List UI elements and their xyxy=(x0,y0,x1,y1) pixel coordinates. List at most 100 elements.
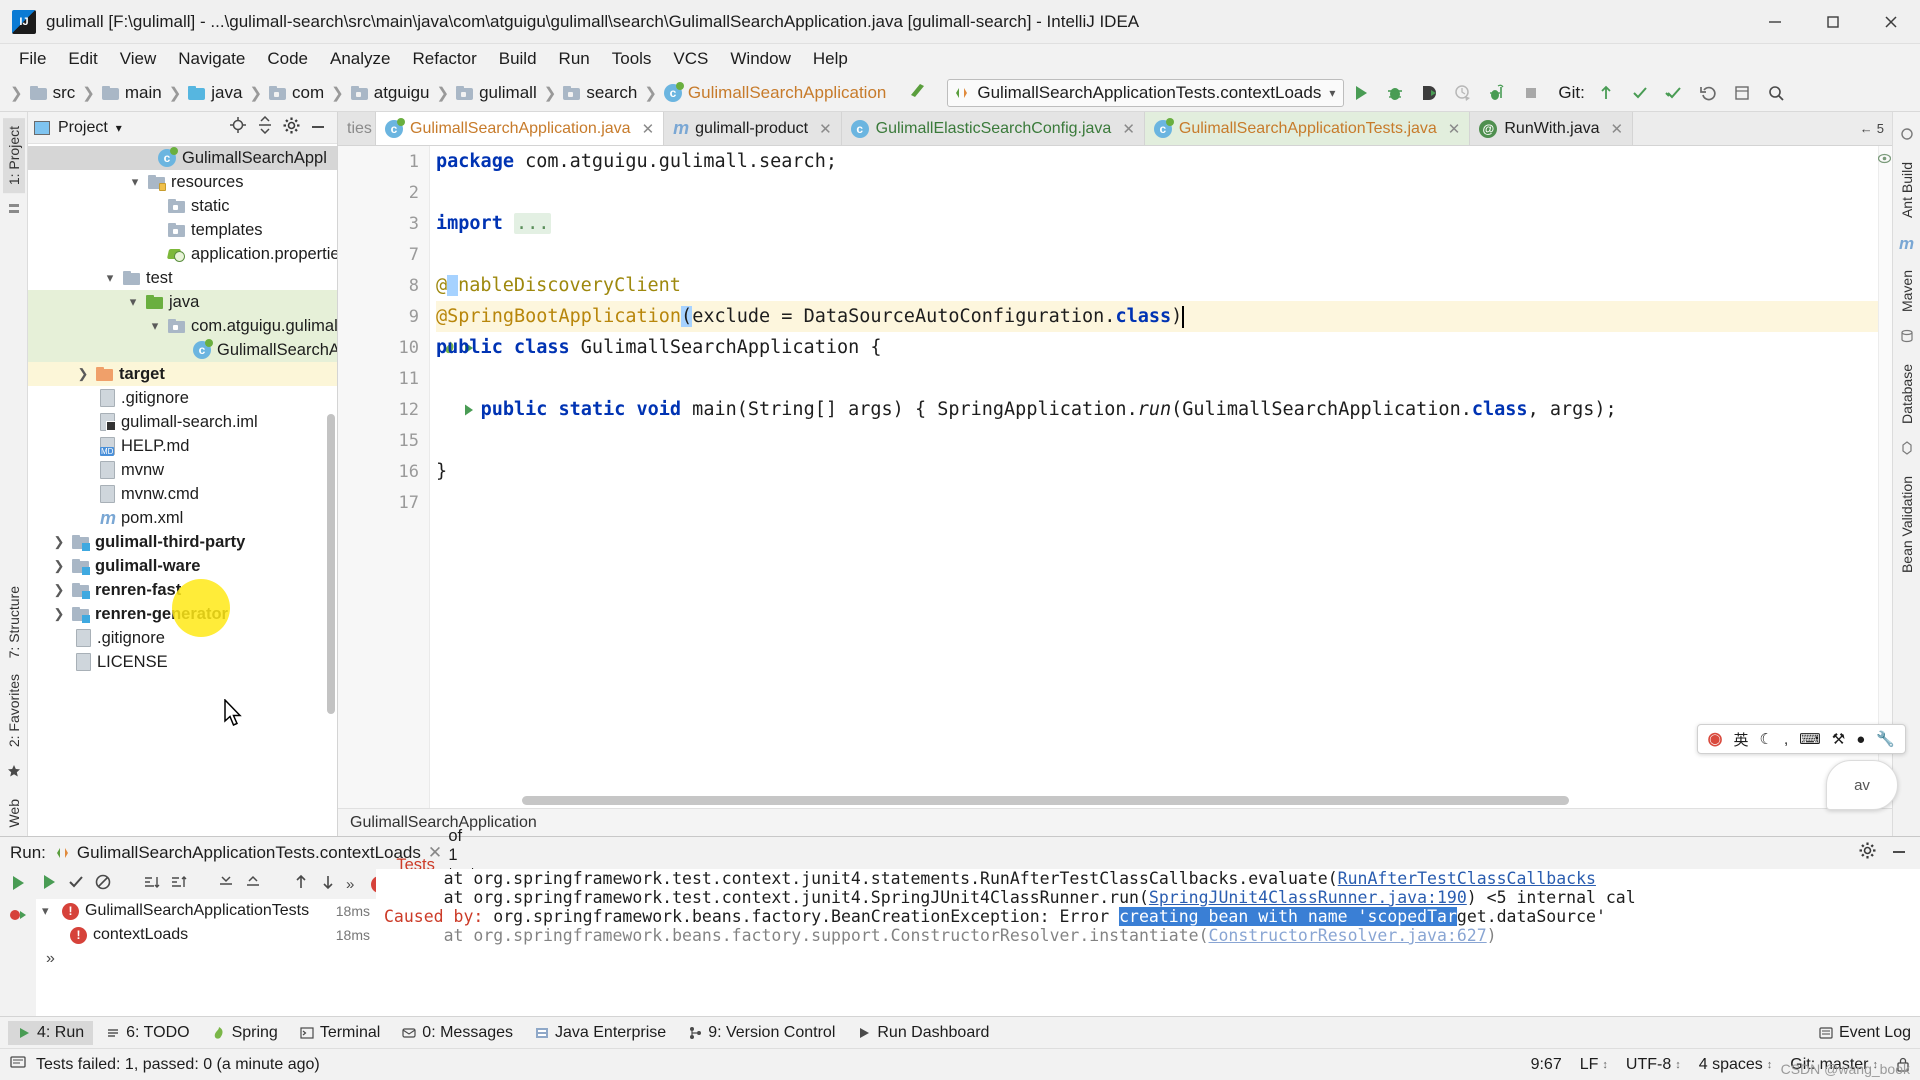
code-text[interactable]: package com.atguigu.gulimall.search; + i… xyxy=(430,146,1878,808)
tree-row-test[interactable]: ▾ test xyxy=(28,266,337,290)
locate-icon[interactable] xyxy=(229,116,247,139)
rerun-icon[interactable] xyxy=(8,873,28,898)
chevron-right-icon[interactable]: ❯ xyxy=(52,606,66,622)
breadcrumb-src[interactable]: src xyxy=(27,81,79,105)
next-failed-icon[interactable] xyxy=(319,873,337,896)
push-icon[interactable] xyxy=(1659,78,1689,108)
test-tree-row-suite[interactable]: ▾ ! GulimallSearchApplicationTests 18ms xyxy=(36,899,376,923)
sidebar-item-project[interactable]: 1: Project xyxy=(2,118,25,194)
ime-moon-icon[interactable]: ☾ xyxy=(1760,730,1773,748)
breadcrumb-gulimall[interactable]: gulimall xyxy=(453,81,540,105)
ime-comma-icon[interactable]: , xyxy=(1784,731,1788,748)
tree-row-gulimall-search-application[interactable]: c GulimallSearchAppl xyxy=(28,146,337,170)
menu-help[interactable]: Help xyxy=(802,46,859,72)
run-icon[interactable] xyxy=(1346,78,1376,108)
tree-row-license[interactable]: LICENSE xyxy=(28,650,337,674)
breadcrumb-atguigu[interactable]: atguigu xyxy=(348,81,433,105)
sidebar-item-database[interactable]: Database xyxy=(1896,356,1918,432)
tree-row-package[interactable]: ▾ com.atguigu.gulimall.se xyxy=(28,314,337,338)
menu-edit[interactable]: Edit xyxy=(57,46,108,72)
tool-window-event-log[interactable]: Event Log xyxy=(1810,1021,1920,1045)
breadcrumb-com[interactable]: com xyxy=(266,81,327,105)
menu-navigate[interactable]: Navigate xyxy=(167,46,256,72)
tool-window-messages[interactable]: 0: Messages xyxy=(393,1021,522,1045)
inspection-ok-icon[interactable] xyxy=(1877,150,1892,170)
console-output[interactable]: at org.springframework.test.context.juni… xyxy=(376,869,1920,1016)
tree-row-target[interactable]: ❯ target xyxy=(28,362,337,386)
ime-user-icon[interactable]: ● xyxy=(1856,731,1865,748)
hide-icon[interactable] xyxy=(1890,843,1908,863)
test-tree[interactable]: ▾ ! GulimallSearchApplicationTests 18ms … xyxy=(36,899,376,1016)
close-icon[interactable]: ✕ xyxy=(1122,120,1135,138)
sort-alphabetically-icon[interactable] xyxy=(169,873,187,896)
chevron-down-icon[interactable]: ▾ xyxy=(116,121,122,135)
sidebar-item-structure[interactable]: 7: Structure xyxy=(3,578,25,666)
chevron-down-icon[interactable]: ▾ xyxy=(126,294,140,310)
editor-tab-gulimall-product[interactable]: m gulimall-product ✕ xyxy=(664,112,842,145)
editor-horizontal-scrollbar[interactable] xyxy=(522,796,1864,808)
test-tree-row-test[interactable]: ! contextLoads 18ms xyxy=(36,923,376,947)
sidebar-item-ant-build[interactable]: Ant Build xyxy=(1896,154,1918,226)
tool-window-java-enterprise[interactable]: Java Enterprise xyxy=(526,1021,675,1045)
commit-icon[interactable] xyxy=(1625,78,1655,108)
more-icon[interactable]: » xyxy=(346,876,354,893)
sidebar-item-web[interactable]: Web xyxy=(3,791,25,836)
close-icon[interactable]: ✕ xyxy=(1448,120,1461,138)
file-encoding[interactable]: UTF-8 ↕ xyxy=(1626,1056,1681,1074)
chevron-right-icon[interactable]: ❯ xyxy=(52,582,66,598)
sort-by-duration-icon[interactable] xyxy=(142,873,160,896)
tree-row-gitignore[interactable]: .gitignore xyxy=(28,386,337,410)
tree-row-help-md[interactable]: HELP.md xyxy=(28,434,337,458)
sidebar-item-bean-validation[interactable]: Bean Validation xyxy=(1896,468,1918,581)
editor-tab-gulimall-search-application[interactable]: c GulimallSearchApplication.java ✕ xyxy=(376,112,665,145)
debug-icon[interactable] xyxy=(1380,78,1410,108)
sidebar-item-favorites[interactable]: 2: Favorites xyxy=(3,666,25,755)
tree-row-mvnw[interactable]: mvnw xyxy=(28,458,337,482)
tree-row-application-properties[interactable]: application.properties xyxy=(28,242,337,266)
tree-row-pom-xml[interactable]: m pom.xml xyxy=(28,506,337,530)
search-everywhere-icon[interactable] xyxy=(1761,78,1791,108)
breadcrumb-search[interactable]: search xyxy=(560,81,640,105)
tree-row-static[interactable]: static xyxy=(28,194,337,218)
menu-file[interactable]: File xyxy=(8,46,57,72)
test-tree-more[interactable]: » xyxy=(36,947,376,971)
collapse-all-icon[interactable] xyxy=(244,873,262,896)
menu-build[interactable]: Build xyxy=(488,46,548,72)
tree-row-resources[interactable]: ▾ resources xyxy=(28,170,337,194)
stop-icon[interactable] xyxy=(1516,78,1546,108)
attach-debugger-icon[interactable] xyxy=(1482,78,1512,108)
menu-refactor[interactable]: Refactor xyxy=(401,46,487,72)
menu-analyze[interactable]: Analyze xyxy=(319,46,401,72)
menu-run[interactable]: Run xyxy=(548,46,601,72)
editor-tab-gulimall-search-application-tests[interactable]: c GulimallSearchApplicationTests.java ✕ xyxy=(1144,112,1471,145)
menu-vcs[interactable]: VCS xyxy=(662,46,719,72)
ime-sogou-icon[interactable]: ◉ xyxy=(1708,729,1723,749)
chevron-right-icon[interactable]: ❯ xyxy=(52,534,66,550)
run-icon[interactable] xyxy=(40,873,58,896)
minimize-icon[interactable] xyxy=(1746,0,1804,44)
line-separator[interactable]: LF ↕ xyxy=(1580,1056,1608,1074)
update-project-icon[interactable] xyxy=(1591,78,1621,108)
ime-tool-icon[interactable]: ⚒ xyxy=(1832,730,1845,748)
settings-icon[interactable] xyxy=(283,117,300,139)
ime-language-label[interactable]: 英 xyxy=(1734,729,1749,750)
editor-marker-strip[interactable] xyxy=(1877,146,1892,808)
caret-position[interactable]: 9:67 xyxy=(1531,1056,1562,1074)
tree-row-templates[interactable]: templates xyxy=(28,218,337,242)
run-with-coverage-icon[interactable] xyxy=(1414,78,1444,108)
run-configuration-selector[interactable]: GulimallSearchApplicationTests.contextLo… xyxy=(947,78,1345,107)
ime-wrench-icon[interactable]: 🔧 xyxy=(1876,730,1895,748)
indent-setting[interactable]: 4 spaces ↕ xyxy=(1699,1056,1773,1074)
tool-window-version-control[interactable]: 9: Version Control xyxy=(679,1021,844,1045)
ime-keyboard-icon[interactable]: ⌨ xyxy=(1799,730,1821,748)
menu-code[interactable]: Code xyxy=(256,46,319,72)
chevron-right-icon[interactable]: ❯ xyxy=(52,558,66,574)
editor-tab-application-properties[interactable]: ties ✕ xyxy=(338,112,376,145)
project-tree[interactable]: c GulimallSearchAppl ▾ resources static … xyxy=(28,144,337,836)
breadcrumb-java[interactable]: java xyxy=(185,81,245,105)
close-icon[interactable]: ✕ xyxy=(642,120,655,138)
tree-row-gulimall-search-iml[interactable]: gulimall-search.iml xyxy=(28,410,337,434)
tool-window-run-dashboard[interactable]: Run Dashboard xyxy=(848,1021,998,1045)
chevron-down-icon[interactable]: ▾ xyxy=(1329,86,1335,100)
editor-gutter[interactable]: 1 2 3 7 8 9 10 11 12 15 16 17 xyxy=(338,146,473,808)
